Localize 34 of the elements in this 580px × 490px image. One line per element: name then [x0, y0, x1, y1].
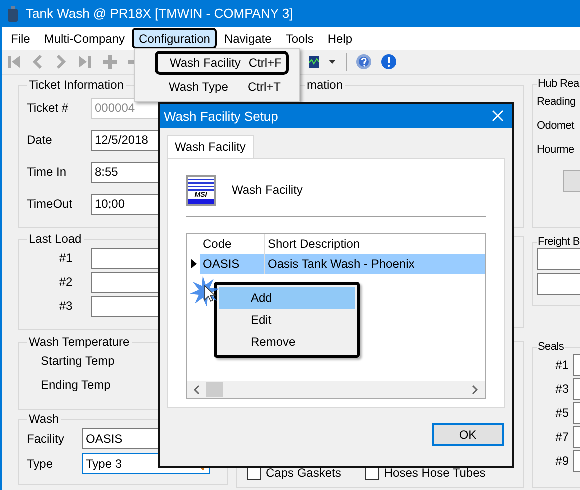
field-label: #5 — [554, 406, 570, 420]
field-label: #3 — [58, 299, 74, 313]
table-cell: Oasis Tank Wash - Phoenix — [265, 254, 485, 274]
group-title: Freight B — [537, 236, 580, 248]
group-title: Wash — [28, 412, 60, 426]
group-title: Ticket Information — [28, 78, 125, 92]
field-label: #1 — [58, 251, 74, 265]
checkbox-label: Caps Gaskets — [266, 466, 342, 480]
field-label: #9 — [554, 454, 570, 468]
field-label: #3 — [554, 382, 570, 396]
group-title: Hub Rea — [537, 78, 580, 90]
field-label: Hourme — [537, 144, 574, 156]
checkbox-label: Hoses Hose Tubes — [384, 466, 486, 480]
field-label: Facility — [27, 432, 66, 446]
field-label: Starting Temp — [41, 354, 115, 368]
field-label: #1 — [554, 358, 570, 372]
field-label: #7 — [554, 430, 570, 444]
group-title: Last Load — [28, 232, 83, 246]
window-title: Tank Wash @ PR18X [TMWIN - COMPANY 3] — [26, 6, 294, 21]
field-label: Date — [27, 133, 54, 147]
field-label: Ending Temp — [41, 378, 111, 392]
table-cell: OASIS — [200, 254, 265, 274]
field-label: Reading — [537, 96, 576, 108]
group-title: mation — [306, 78, 344, 92]
field-label: Ticket # — [27, 101, 70, 115]
field-label: Odomet — [537, 120, 574, 132]
dialog-title: Wash Facility Setup — [164, 108, 278, 124]
field-label: TimeOut — [27, 197, 74, 211]
group-title: Seals — [537, 341, 566, 353]
field-label: Time In — [27, 165, 68, 179]
field-label: Type — [27, 456, 54, 470]
section-heading: Wash Facility — [232, 182, 303, 197]
group-title: Wash Temperature — [28, 335, 131, 349]
field-label: #2 — [58, 275, 74, 289]
